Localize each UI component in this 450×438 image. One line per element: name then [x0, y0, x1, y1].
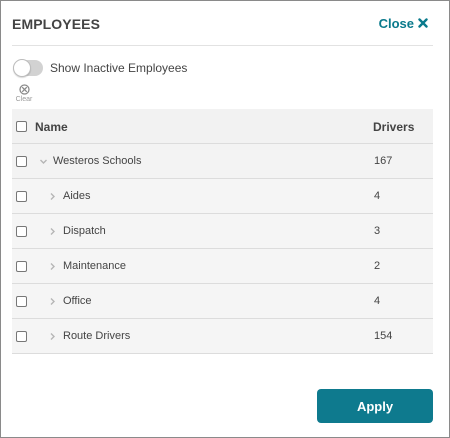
row-checkbox[interactable]	[16, 191, 27, 202]
row-checkbox[interactable]	[16, 296, 27, 307]
row-name: Maintenance	[63, 260, 126, 272]
row-checkbox[interactable]	[16, 226, 27, 237]
table-row[interactable]: Westeros Schools 167	[12, 144, 433, 179]
chevron-down-icon[interactable]	[39, 157, 48, 166]
row-checkbox[interactable]	[16, 331, 27, 342]
toggle-knob	[13, 59, 31, 77]
row-name: Route Drivers	[63, 330, 131, 342]
chevron-right-icon[interactable]	[48, 227, 57, 236]
table-row[interactable]: Dispatch 3	[12, 214, 433, 249]
dialog-title: EMPLOYEES	[12, 16, 101, 32]
row-drivers: 3	[374, 225, 381, 237]
chevron-right-icon[interactable]	[48, 332, 57, 341]
chevron-right-icon[interactable]	[48, 262, 57, 271]
table-row[interactable]: Aides 4	[12, 179, 433, 214]
chevron-right-icon[interactable]	[48, 192, 57, 201]
table-row[interactable]: Maintenance 2	[12, 249, 433, 284]
row-drivers: 4	[374, 295, 381, 307]
show-inactive-row: Show Inactive Employees	[13, 59, 187, 77]
clear-label: Clear	[15, 96, 33, 103]
row-drivers: 167	[374, 155, 393, 167]
column-header-name[interactable]: Name	[35, 120, 68, 134]
apply-button[interactable]: Apply	[317, 389, 433, 423]
select-all-checkbox[interactable]	[16, 121, 27, 132]
row-drivers: 4	[374, 190, 381, 202]
row-drivers: 154	[374, 330, 393, 342]
clear-circle-x-icon	[18, 84, 30, 95]
chevron-right-icon[interactable]	[48, 297, 57, 306]
header-divider	[12, 45, 433, 46]
close-button[interactable]: Close	[379, 14, 428, 32]
row-name: Aides	[63, 190, 91, 202]
row-drivers: 2	[374, 260, 381, 272]
employees-dialog: EMPLOYEES Close Show Inactive Employees …	[0, 0, 450, 438]
show-inactive-label: Show Inactive Employees	[50, 61, 188, 75]
x-icon	[418, 18, 428, 28]
dialog-header: EMPLOYEES Close	[1, 1, 449, 45]
row-checkbox[interactable]	[16, 156, 27, 167]
row-name: Dispatch	[63, 225, 106, 237]
show-inactive-toggle[interactable]	[13, 59, 43, 77]
clear-button[interactable]: Clear	[14, 84, 34, 106]
close-label: Close	[378, 15, 414, 31]
column-header-drivers[interactable]: Drivers	[373, 120, 414, 134]
row-checkbox[interactable]	[16, 261, 27, 272]
row-name: Westeros Schools	[53, 155, 142, 167]
row-name: Office	[63, 295, 92, 307]
table-row[interactable]: Route Drivers 154	[12, 319, 433, 354]
grid-header: Name Drivers	[12, 109, 433, 144]
employees-grid: Name Drivers Westeros Schools 167 Aides …	[12, 109, 433, 354]
table-row[interactable]: Office 4	[12, 284, 433, 319]
